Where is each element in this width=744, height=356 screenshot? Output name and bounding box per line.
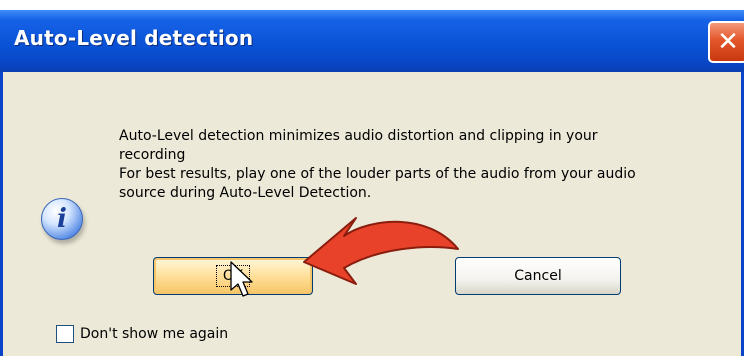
dialog-message: Auto-Level detection minimizes audio dis… (119, 127, 729, 203)
dont-show-again-label: Don't show me again (80, 326, 229, 342)
info-icon: i (41, 198, 83, 240)
title-bar[interactable]: Auto-Level detection ✕ (0, 10, 744, 72)
message-line: Auto-Level detection minimizes audio dis… (119, 128, 598, 144)
cancel-button-label: Cancel (514, 268, 562, 284)
cancel-button[interactable]: Cancel (455, 257, 621, 295)
close-button[interactable]: ✕ (708, 21, 744, 63)
dont-show-again-checkbox[interactable] (56, 325, 74, 343)
dialog-title: Auto-Level detection (14, 26, 254, 50)
dont-show-again-row[interactable]: Don't show me again (56, 325, 228, 343)
message-line: recording (119, 147, 186, 163)
ok-button[interactable]: OK (153, 257, 313, 295)
close-icon: ✕ (717, 27, 739, 57)
message-line: For best results, play one of the louder… (119, 166, 636, 182)
ok-button-label: OK (215, 265, 251, 287)
message-line: source during Auto-Level Detection. (119, 185, 372, 201)
auto-level-dialog: Auto-Level detection ✕ i Auto-Level dete… (0, 10, 744, 356)
